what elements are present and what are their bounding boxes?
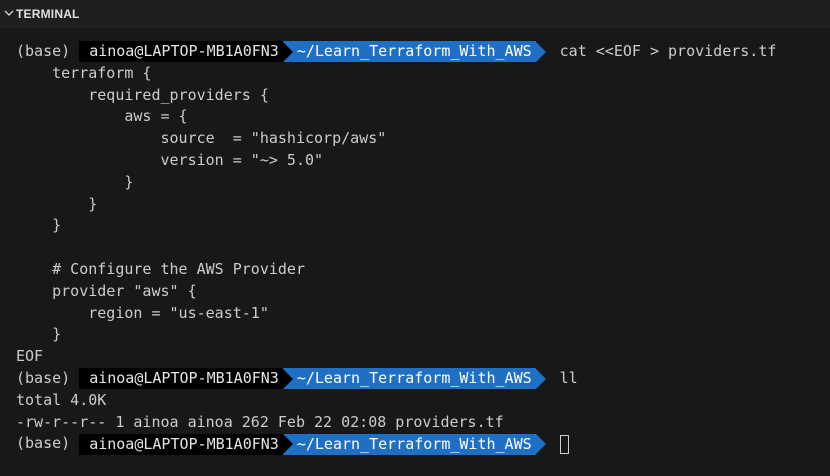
output-line: # Configure the AWS Provider (16, 259, 305, 278)
output-line: region = "us-east-1" (16, 303, 269, 322)
output-line: required_providers { (16, 85, 269, 104)
conda-env: (base) (16, 434, 71, 453)
output-line: -rw-r--r-- 1 ainoa ainoa 262 Feb 22 02:0… (16, 412, 504, 431)
prompt-user-host: ainoa@LAPTOP-MB1A0FN3 (79, 41, 283, 63)
prompt-path: ~/Learn_Terraform_With_AWS (282, 368, 536, 390)
prompt-path: ~/Learn_Terraform_With_AWS (282, 433, 536, 455)
terminal-output[interactable]: (base) ainoa@LAPTOP-MB1A0FN3 ~/Learn_Ter… (16, 41, 776, 455)
terminal-panel: TERMINAL (base) ainoa@LAPTOP-MB1A0FN3 ~/… (0, 0, 830, 476)
prompt-user-host: ainoa@LAPTOP-MB1A0FN3 (79, 368, 283, 390)
prompt-line: (base) ainoa@LAPTOP-MB1A0FN3 ~/Learn_Ter… (16, 433, 776, 455)
panel-title: TERMINAL (16, 7, 80, 21)
output-line: } (16, 172, 134, 191)
text-cursor[interactable] (559, 434, 569, 454)
prompt-line: (base) ainoa@LAPTOP-MB1A0FN3 ~/Learn_Ter… (16, 368, 776, 390)
prompt-separator-icon (282, 41, 293, 62)
prompt-separator-icon (535, 368, 546, 389)
prompt-user-host: ainoa@LAPTOP-MB1A0FN3 (79, 433, 283, 455)
panel-header[interactable]: TERMINAL (0, 0, 830, 28)
output-line: terraform { (16, 63, 152, 82)
prompt-separator-icon (282, 368, 293, 389)
output-line: } (16, 216, 62, 235)
chevron-down-icon[interactable] (3, 7, 15, 19)
command-text: cat <<EOF > providers.tf (559, 42, 777, 60)
output-line: source = "hashicorp/aws" (16, 129, 387, 148)
prompt-path: ~/Learn_Terraform_With_AWS (282, 41, 536, 63)
output-line: provider "aws" { (16, 281, 197, 300)
command-text: ll (559, 368, 578, 387)
conda-env: (base) (16, 368, 71, 387)
prompt-line: (base) ainoa@LAPTOP-MB1A0FN3 ~/Learn_Ter… (16, 41, 776, 63)
prompt-separator-icon (282, 434, 293, 455)
prompt-separator-icon (535, 41, 546, 62)
output-line: total 4.0K (16, 390, 107, 409)
prompt-separator-icon (535, 434, 546, 455)
output-line: aws = { (16, 107, 188, 126)
output-line: } (16, 325, 62, 344)
output-line: version = "~> 5.0" (16, 150, 324, 169)
output-line: EOF (16, 347, 44, 366)
output-line: } (16, 194, 98, 213)
conda-env: (base) (16, 42, 71, 60)
